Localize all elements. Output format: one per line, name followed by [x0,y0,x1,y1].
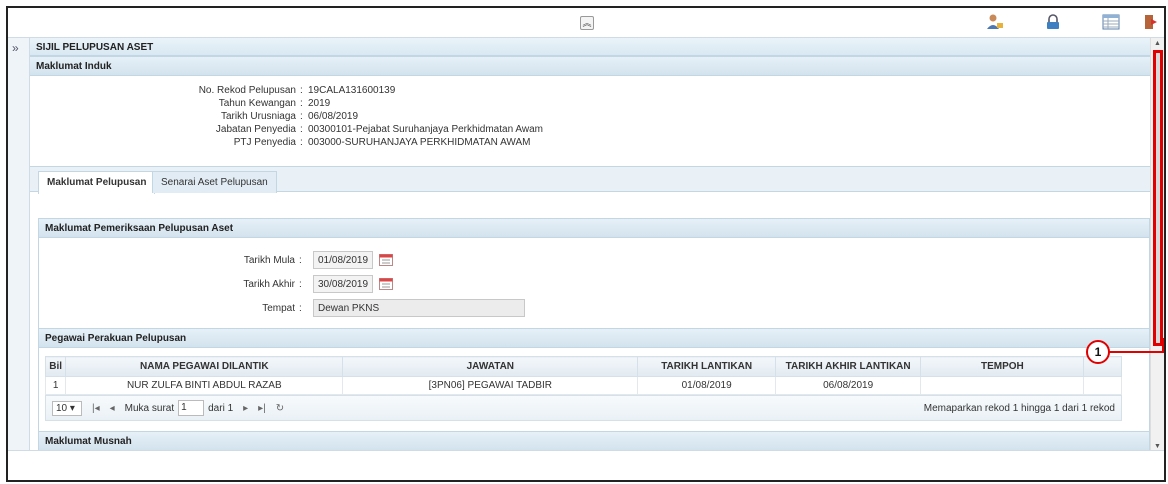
column-header[interactable]: Bil [44,356,67,377]
tab-content: Maklumat Pemeriksaan Pelupusan Aset Tari… [38,218,1150,452]
column-header[interactable]: TARIKH AKHIR LANTIKAN [774,356,922,377]
induk-row: Tarikh Urusniaga: 06/08/2019 [30,110,1152,123]
column-header[interactable]: TARIKH LANTIKAN [637,356,776,377]
page-size-value: 10 [56,402,68,414]
musnah-header: Maklumat Musnah [39,431,1149,451]
double-chevron-right-icon[interactable]: » [12,41,19,55]
top-toolbar: ︽ [8,8,1164,38]
tab-maklumat-pelupusan[interactable]: Maklumat Pelupusan [38,171,156,194]
scroll-down-icon[interactable]: ▼ [1154,443,1161,450]
cell-tarikh-akhir: 06/08/2019 [774,376,922,395]
pemeriksaan-header: Maklumat Pemeriksaan Pelupusan Aset [39,218,1149,238]
logout-icon[interactable] [1141,12,1161,32]
first-page-icon[interactable]: |◂ [92,403,100,414]
cell-extra [1083,376,1122,395]
tarikh-mula-label: Tarikh Mula [243,254,295,266]
cell-nama: NUR ZULFA BINTI ABDUL RAZAB [65,376,344,395]
table-row[interactable]: 1 NUR ZULFA BINTI ABDUL RAZAB [3PN06] PE… [44,376,1122,395]
induk-row: Jabatan Penyedia: 00300101-Pejabat Suruh… [30,123,1152,136]
form-row: Tempat: Dewan PKNS [39,296,1149,320]
ptj-penyedia-value: 003000-SURUHANJAYA PERKHIDMATAN AWAM [308,137,531,148]
column-header[interactable]: TEMPOH [920,356,1085,377]
tarikh-urusniaga-value: 06/08/2019 [308,111,359,122]
page-title: SIJIL PELUPUSAN ASET [30,38,1152,56]
lock-icon[interactable] [1043,12,1063,32]
page-size-select[interactable]: 10 ▾ [52,400,82,416]
grid-table-icon[interactable] [1101,12,1121,32]
cell-jawatan: [3PN06] PEGAWAI TADBIR [342,376,639,395]
scroll-up-icon[interactable]: ▲ [1154,40,1161,47]
app-frame: ︽ » SIJIL PELUPUSAN ASET Maklumat Induk … [6,6,1166,482]
pegawai-header: Pegawai Perakuan Pelupusan [39,328,1149,348]
table-header-row: Bil NAMA PEGAWAI DILANTIK JAWATAN TARIKH… [44,356,1122,377]
dari-label: dari 1 [208,402,234,414]
pegawai-table-wrap: Bil NAMA PEGAWAI DILANTIK JAWATAN TARIKH… [39,348,1149,421]
prev-page-icon[interactable]: ◂ [110,403,115,414]
tahun-kewangan-value: 2019 [308,98,331,109]
form-row: Tarikh Mula: 01/08/2019 [39,248,1149,272]
induk-header: Maklumat Induk [30,56,1152,76]
induk-body: No. Rekod Pelupusan: 19CALA131600139 Tah… [30,76,1152,166]
induk-row: Tahun Kewangan: 2019 [30,97,1152,110]
page-number-input[interactable]: 1 [178,400,205,416]
tarikh-akhir-label: Tarikh Akhir [243,278,295,290]
tarikh-mula-field[interactable]: 01/08/2019 [313,251,373,269]
cell-tarikh: 01/08/2019 [637,376,776,395]
bottom-area [8,450,1164,480]
no-rekod-value: 19CALA131600139 [308,85,396,96]
scroll-thumb[interactable] [1153,50,1163,346]
tempat-label: Tempat [262,302,295,314]
pemeriksaan-form: Tarikh Mula: 01/08/2019 Tarikh Akhir: 30… [39,238,1149,328]
tempat-field[interactable]: Dewan PKNS [313,299,525,317]
jabatan-penyedia-value: 00300101-Pejabat Suruhanjaya Perkhidmata… [308,124,543,135]
tarikh-akhir-field[interactable]: 30/08/2019 [313,275,373,293]
next-page-icon[interactable]: ▸ [243,403,248,414]
last-page-icon[interactable]: ▸| [258,403,266,414]
column-header[interactable]: NAMA PEGAWAI DILANTIK [65,356,344,377]
induk-row: No. Rekod Pelupusan: 19CALA131600139 [30,84,1152,97]
tab-bar: Maklumat Pelupusan Senarai Aset Pelupusa… [30,166,1152,194]
tab-senarai-aset-pelupusan[interactable]: Senarai Aset Pelupusan [152,171,277,193]
refresh-icon[interactable]: ↻ [276,403,284,414]
left-side-strip: » [8,38,30,450]
tahun-kewangan-label: Tahun Kewangan [218,98,296,109]
vertical-scrollbar[interactable]: ▲ ▼ [1150,38,1164,452]
column-header[interactable]: JAWATAN [342,356,639,377]
cell-bil: 1 [44,376,67,395]
induk-row: PTJ Penyedia: 003000-SURUHANJAYA PERKHID… [30,136,1152,149]
no-rekod-label: No. Rekod Pelupusan [198,85,296,96]
tarikh-urusniaga-label: Tarikh Urusniaga [220,111,296,122]
cell-tempoh [920,376,1085,395]
double-chevron-up-icon[interactable]: ︽ [580,16,594,30]
record-info: Memaparkan rekod 1 hingga 1 dari 1 rekod [923,403,1115,414]
muka-surat-label: Muka surat [124,402,175,414]
callout-badge: 1 [1086,340,1110,364]
callout-connector [1108,351,1164,353]
calendar-icon[interactable] [379,278,393,290]
calendar-icon[interactable] [379,254,393,266]
jabatan-penyedia-label: Jabatan Penyedia [215,124,296,135]
ptj-penyedia-label: PTJ Penyedia [233,137,296,148]
callout-connector [1162,338,1164,352]
main-content: SIJIL PELUPUSAN ASET Maklumat Induk No. … [30,38,1152,452]
pager: 10 ▾ |◂ ◂ Muka surat 1 dari 1 ▸ ▸| ↻ Mem… [45,395,1122,421]
user-profile-icon[interactable] [985,12,1005,32]
form-row: Tarikh Akhir: 30/08/2019 [39,272,1149,296]
pegawai-table: Bil NAMA PEGAWAI DILANTIK JAWATAN TARIKH… [44,356,1122,395]
